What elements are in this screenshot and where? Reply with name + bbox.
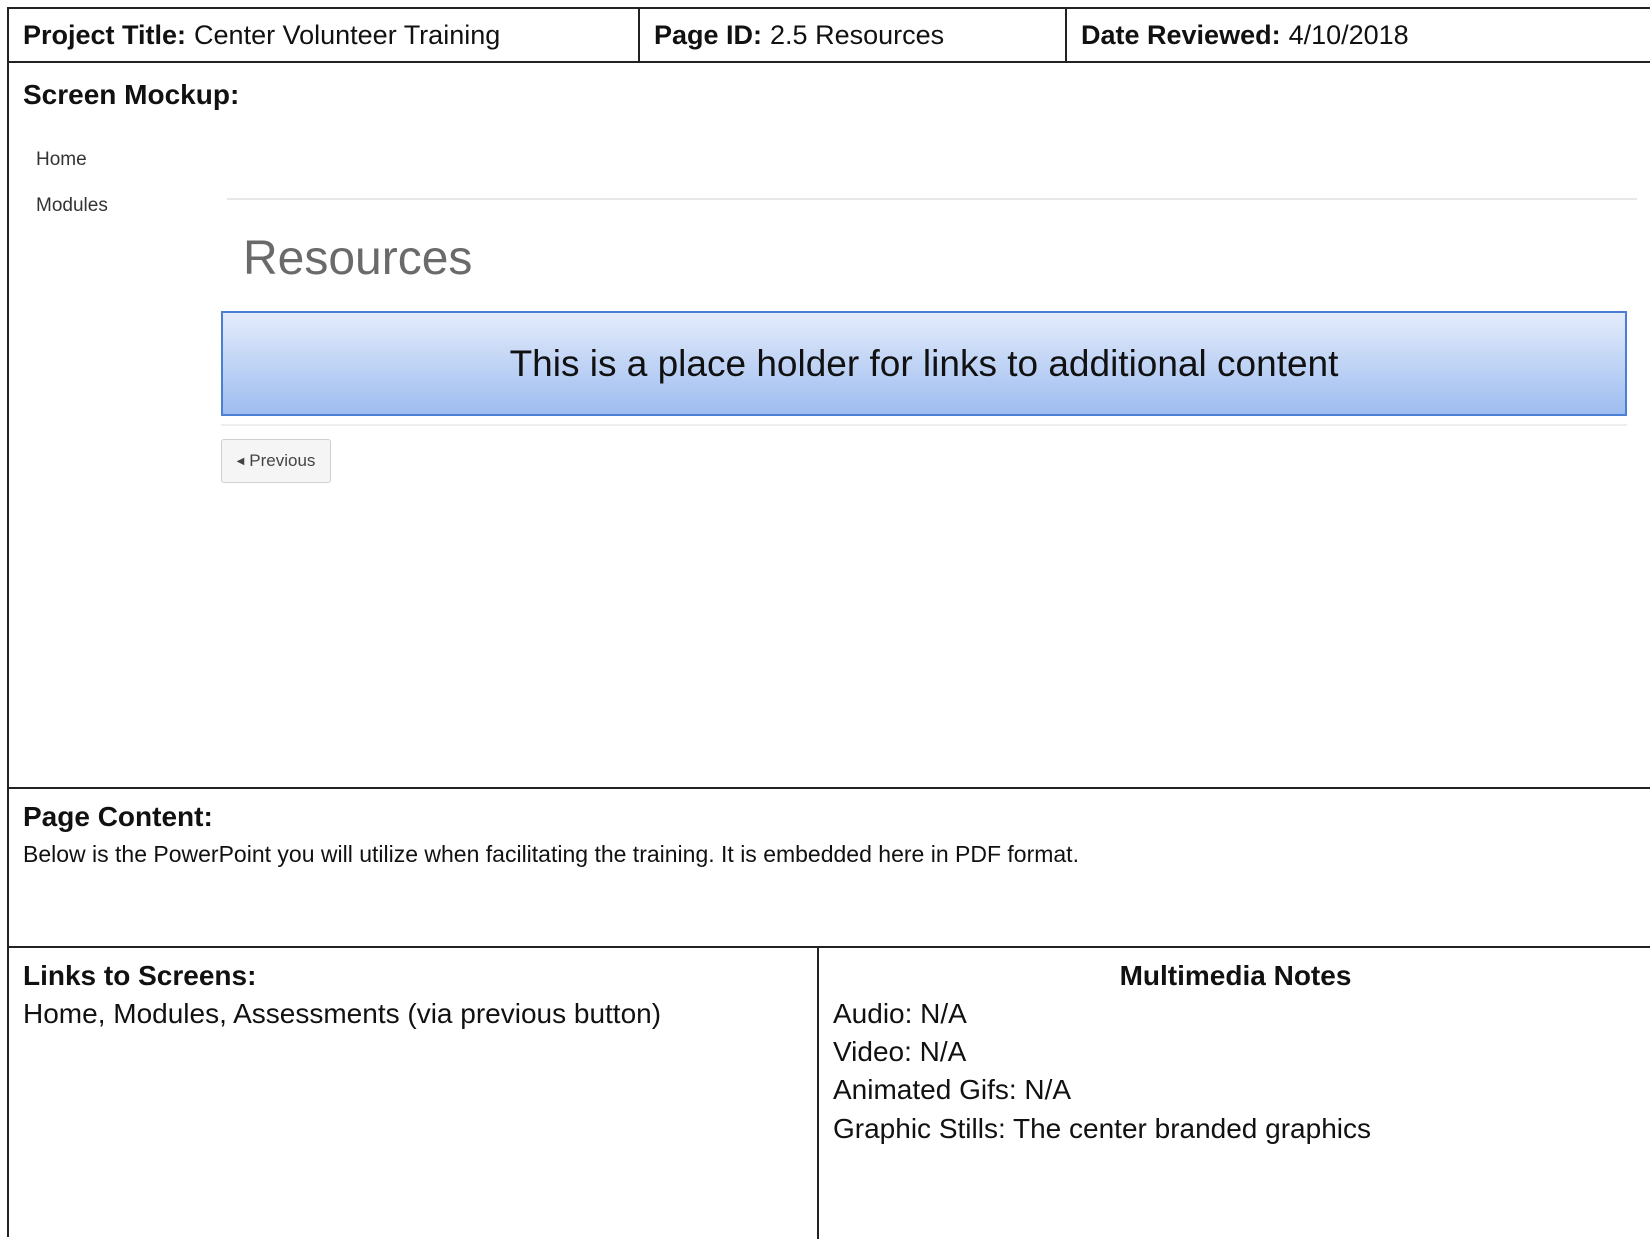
multimedia-video: Video: N/A (833, 1036, 967, 1067)
multimedia-notes-title: Multimedia Notes (1119, 960, 1352, 991)
multimedia-audio: Audio: N/A (833, 998, 967, 1029)
multimedia-gifs: Animated Gifs: N/A (833, 1074, 1072, 1105)
screen-mockup-section: Screen Mockup: Home Modules Resources Th… (9, 63, 1650, 789)
mock-top-divider (227, 198, 1637, 200)
mock-nav-home-link[interactable]: Home (36, 149, 87, 171)
chevron-left-icon: ◀ (236, 455, 245, 467)
page-id-value: 2.5 Resources (770, 19, 945, 50)
mock-page-heading: Resources (243, 232, 473, 285)
project-title-label: Project Title: (23, 19, 187, 50)
placeholder-banner-text: This is a place holder for links to addi… (509, 342, 1339, 384)
page-id-label: Page ID: (654, 19, 763, 50)
header-row: Project Title: Center Volunteer Training… (9, 9, 1650, 63)
screen-mockup-title: Screen Mockup: (23, 79, 240, 110)
previous-button-label: Previous (249, 451, 316, 470)
previous-button[interactable]: ◀ Previous (221, 439, 331, 483)
links-to-screens-cell: Links to Screens: Home, Modules, Assessm… (9, 948, 819, 1239)
page-id-cell: Page ID: 2.5 Resources (640, 9, 1067, 61)
storyboard-sheet: Project Title: Center Volunteer Training… (7, 7, 1650, 1239)
bottom-row: Links to Screens: Home, Modules, Assessm… (9, 948, 1650, 1239)
page-content-text: Below is the PowerPoint you will utilize… (23, 841, 1079, 867)
links-to-screens-title: Links to Screens: (23, 960, 257, 991)
date-reviewed-cell: Date Reviewed: 4/10/2018 (1067, 9, 1650, 61)
mock-bottom-divider (221, 424, 1627, 426)
page-content-title: Page Content: (23, 801, 213, 832)
project-title-value: Center Volunteer Training (194, 19, 501, 50)
placeholder-banner: This is a place holder for links to addi… (221, 311, 1627, 416)
multimedia-stills: Graphic Stills: The center branded graph… (833, 1113, 1371, 1144)
date-reviewed-label: Date Reviewed: (1081, 19, 1281, 50)
page-content-section: Page Content: Below is the PowerPoint yo… (9, 789, 1650, 948)
multimedia-notes-cell: Multimedia Notes Audio: N/A Video: N/A A… (819, 948, 1650, 1239)
project-title-cell: Project Title: Center Volunteer Training (9, 9, 640, 61)
mock-nav-modules-link[interactable]: Modules (36, 195, 108, 217)
links-to-screens-text: Home, Modules, Assessments (via previous… (23, 998, 662, 1029)
date-reviewed-value: 4/10/2018 (1288, 19, 1409, 50)
